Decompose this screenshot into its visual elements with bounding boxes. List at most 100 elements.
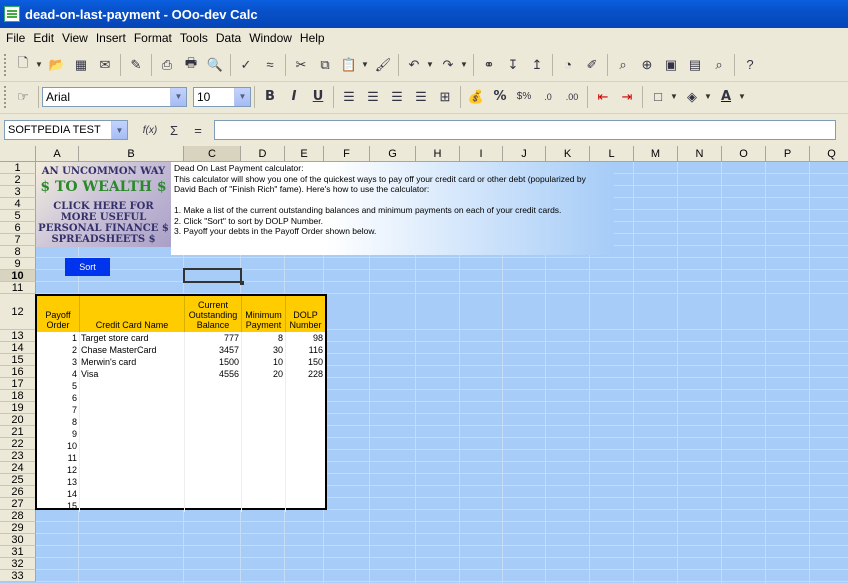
cell-dolp-number[interactable]	[286, 440, 325, 452]
cell-dolp-number[interactable]	[286, 416, 325, 428]
chart-icon[interactable]: ◔	[557, 54, 579, 76]
cell-dolp-number[interactable]: 116	[286, 344, 325, 356]
row-header-12[interactable]: 12	[0, 294, 36, 330]
cell-min-payment[interactable]	[242, 404, 286, 416]
cell-card-name[interactable]	[80, 392, 185, 404]
cell-dolp-number[interactable]: 150	[286, 356, 325, 368]
align-center-icon[interactable]: ☰	[362, 86, 384, 108]
cell-dolp-number[interactable]	[286, 464, 325, 476]
row-header-10[interactable]: 10	[0, 270, 36, 282]
cell-balance[interactable]	[185, 500, 242, 512]
menu-edit[interactable]: Edit	[29, 31, 58, 45]
cell-min-payment[interactable]	[242, 500, 286, 512]
autospellcheck-icon[interactable]: ≈	[259, 54, 281, 76]
chevron-down-icon[interactable]: ▼	[234, 87, 250, 106]
cell-min-payment[interactable]	[242, 464, 286, 476]
chevron-down-icon[interactable]: ▼	[170, 87, 186, 106]
sort-button[interactable]: Sort	[65, 258, 110, 276]
cell-card-name[interactable]	[80, 404, 185, 416]
cell-card-name[interactable]: Visa	[80, 368, 185, 380]
row-header-22[interactable]: 22	[0, 438, 36, 450]
draw-functions-icon[interactable]: ✐	[581, 54, 603, 76]
cell-balance[interactable]	[185, 428, 242, 440]
row-header-8[interactable]: 8	[0, 246, 36, 258]
bgcolor-dropdown-icon[interactable]: ▼	[704, 92, 712, 101]
cell-payoff-order[interactable]: 5	[37, 380, 80, 392]
copy-icon[interactable]: ⧉	[314, 54, 336, 76]
cell-min-payment[interactable]	[242, 440, 286, 452]
cell-min-payment[interactable]: 30	[242, 344, 286, 356]
cell-balance[interactable]: 3457	[185, 344, 242, 356]
borders-dropdown-icon[interactable]: ▼	[670, 92, 678, 101]
styles-icon[interactable]: ☞	[12, 86, 34, 108]
cell-payoff-order[interactable]: 6	[37, 392, 80, 404]
cell-dolp-number[interactable]: 98	[286, 332, 325, 344]
open-folder-icon[interactable]: 📂	[46, 54, 68, 76]
increase-indent-icon[interactable]: ⇥	[616, 86, 638, 108]
row-header-27[interactable]: 27	[0, 498, 36, 510]
cell-balance[interactable]	[185, 380, 242, 392]
row-header-14[interactable]: 14	[0, 342, 36, 354]
row-header-13[interactable]: 13	[0, 330, 36, 342]
menu-tools[interactable]: Tools	[176, 31, 212, 45]
cell-card-name[interactable]: Chase MasterCard	[80, 344, 185, 356]
row-header-21[interactable]: 21	[0, 426, 36, 438]
cell-min-payment[interactable]: 8	[242, 332, 286, 344]
cell-card-name[interactable]	[80, 440, 185, 452]
justify-icon[interactable]: ☰	[410, 86, 432, 108]
cell-balance[interactable]	[185, 416, 242, 428]
row-header-26[interactable]: 26	[0, 486, 36, 498]
merge-cells-icon[interactable]: ⊞	[434, 86, 456, 108]
cell-payoff-order[interactable]: 15	[37, 500, 80, 512]
undo-icon[interactable]: ↶	[403, 54, 425, 76]
row-header-30[interactable]: 30	[0, 534, 36, 546]
toolbar-grip[interactable]	[4, 53, 7, 76]
cut-icon[interactable]: ✂	[290, 54, 312, 76]
cell-card-name[interactable]	[80, 452, 185, 464]
cell-payoff-order[interactable]: 7	[37, 404, 80, 416]
cell-card-name[interactable]: Merwin's card	[80, 356, 185, 368]
select-all-corner[interactable]	[0, 146, 36, 162]
row-header-5[interactable]: 5	[0, 210, 36, 222]
font-color-icon[interactable]: A	[715, 86, 737, 108]
cell-payoff-order[interactable]: 8	[37, 416, 80, 428]
font-name-select[interactable]: Arial ▼	[42, 86, 187, 107]
help-icon[interactable]: ?	[739, 54, 761, 76]
cell-card-name[interactable]	[80, 464, 185, 476]
cell-dolp-number[interactable]	[286, 452, 325, 464]
menu-view[interactable]: View	[58, 31, 92, 45]
column-header-k[interactable]: K	[546, 146, 590, 162]
cell-dolp-number[interactable]	[286, 488, 325, 500]
cell-payoff-order[interactable]: 10	[37, 440, 80, 452]
hyperlink-icon[interactable]: ⚭	[478, 54, 500, 76]
row-header-11[interactable]: 11	[0, 282, 36, 294]
background-color-icon[interactable]: ◈	[681, 86, 703, 108]
cell-balance[interactable]: 777	[185, 332, 242, 344]
row-header-6[interactable]: 6	[0, 222, 36, 234]
navigator-icon[interactable]: ⊕	[636, 54, 658, 76]
row-header-9[interactable]: 9	[0, 258, 36, 270]
add-decimal-icon[interactable]: .0	[537, 86, 559, 108]
zoom-icon[interactable]: ⌕	[708, 54, 730, 76]
standard-format-icon[interactable]: $%	[513, 86, 535, 108]
menu-file[interactable]: File	[2, 31, 29, 45]
paste-icon[interactable]: 📋	[338, 54, 360, 76]
column-header-g[interactable]: G	[370, 146, 416, 162]
cell-dolp-number[interactable]: 228	[286, 368, 325, 380]
cell-payoff-order[interactable]: 9	[37, 428, 80, 440]
column-header-h[interactable]: H	[416, 146, 460, 162]
cell-min-payment[interactable]: 10	[242, 356, 286, 368]
sort-ascending-icon[interactable]: ↧	[502, 54, 524, 76]
remove-decimal-icon[interactable]: .00	[561, 86, 583, 108]
cell-payoff-order[interactable]: 14	[37, 488, 80, 500]
edit-file-icon[interactable]: ✎	[125, 54, 147, 76]
bold-icon[interactable]: B	[259, 86, 281, 108]
cell-card-name[interactable]	[80, 500, 185, 512]
page-preview-icon[interactable]: 🔍	[204, 54, 226, 76]
redo-icon[interactable]: ↷	[437, 54, 459, 76]
undo-dropdown-icon[interactable]: ▼	[426, 60, 434, 69]
cell-min-payment[interactable]	[242, 380, 286, 392]
align-right-icon[interactable]: ☰	[386, 86, 408, 108]
cell-balance[interactable]	[185, 392, 242, 404]
row-header-1[interactable]: 1	[0, 162, 36, 174]
